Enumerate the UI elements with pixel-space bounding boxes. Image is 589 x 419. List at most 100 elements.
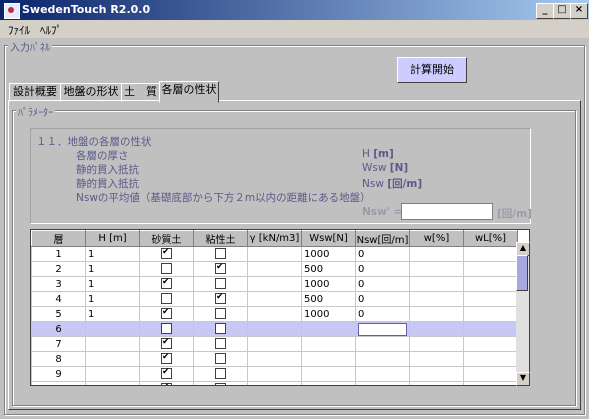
cell-w[interactable]	[409, 351, 464, 367]
header-wl[interactable]: wL[%]	[463, 230, 518, 247]
cell-wl[interactable]	[463, 246, 518, 262]
clay-checkbox[interactable]	[215, 263, 226, 275]
cell-nsw[interactable]	[355, 336, 410, 352]
cell-layer[interactable]: 7	[31, 336, 86, 352]
clay-checkbox[interactable]	[215, 338, 226, 350]
close-button[interactable]: ×	[570, 3, 588, 19]
scroll-up-arrow-icon[interactable]: ▲	[516, 242, 530, 256]
cell-w[interactable]	[409, 321, 464, 337]
cell-w[interactable]	[409, 291, 464, 307]
cell-h[interactable]: 1	[85, 306, 140, 322]
table-row[interactable]: 8	[31, 351, 518, 367]
cell-sand-checkbox[interactable]	[139, 381, 194, 385]
header-h[interactable]: H [m]	[85, 230, 140, 247]
cell-layer[interactable]: 10	[31, 381, 86, 385]
cell-wsw[interactable]	[301, 351, 356, 367]
cell-sand-checkbox[interactable]	[139, 306, 194, 322]
cell-sand-checkbox[interactable]	[139, 291, 194, 307]
cell-wsw[interactable]	[301, 381, 356, 385]
header-w[interactable]: w[%]	[409, 230, 464, 247]
cell-gamma[interactable]	[247, 321, 302, 337]
cell-clay-checkbox[interactable]	[193, 291, 248, 307]
table-row[interactable]: 31 10000	[31, 276, 518, 292]
cell-wl[interactable]	[463, 291, 518, 307]
sand-checkbox[interactable]	[161, 353, 172, 365]
cell-wsw[interactable]: 1000	[301, 306, 356, 322]
cell-nsw[interactable]: 0	[355, 276, 410, 292]
cell-wsw[interactable]	[301, 321, 356, 337]
cell-gamma[interactable]	[247, 291, 302, 307]
menu-help[interactable]: ﾍﾙﾌﾟ	[40, 22, 62, 38]
cell-h[interactable]	[85, 381, 140, 385]
header-sand[interactable]: 砂質土	[139, 230, 194, 247]
tab-layer-properties[interactable]: 各層の性状	[159, 81, 219, 103]
cell-wl[interactable]	[463, 336, 518, 352]
cell-clay-checkbox[interactable]	[193, 276, 248, 292]
cell-clay-checkbox[interactable]	[193, 351, 248, 367]
cell-gamma[interactable]	[247, 366, 302, 382]
table-row[interactable]: 6	[31, 321, 518, 337]
cell-nsw[interactable]: 0	[355, 291, 410, 307]
cell-layer[interactable]: 4	[31, 291, 86, 307]
maximize-button[interactable]: □	[553, 3, 571, 19]
cell-wl[interactable]	[463, 306, 518, 322]
header-clay[interactable]: 粘性土	[193, 230, 248, 247]
cell-gamma[interactable]	[247, 381, 302, 385]
scroll-down-arrow-icon[interactable]: ▼	[516, 372, 530, 386]
cell-wsw[interactable]: 1000	[301, 276, 356, 292]
table-row[interactable]: 7	[31, 336, 518, 352]
header-layer[interactable]: 層	[31, 230, 86, 247]
cell-clay-checkbox[interactable]	[193, 246, 248, 262]
clay-checkbox[interactable]	[215, 323, 226, 335]
scroll-thumb[interactable]	[516, 255, 528, 291]
table-row[interactable]: 11 10000	[31, 246, 518, 262]
cell-gamma[interactable]	[247, 306, 302, 322]
sand-checkbox[interactable]	[161, 293, 172, 305]
cell-sand-checkbox[interactable]	[139, 261, 194, 277]
cell-sand-checkbox[interactable]	[139, 246, 194, 262]
nsw-average-field[interactable]	[401, 203, 493, 220]
cell-sand-checkbox[interactable]	[139, 276, 194, 292]
cell-h[interactable]	[85, 351, 140, 367]
cell-layer[interactable]: 5	[31, 306, 86, 322]
header-wsw[interactable]: Wsw[N]	[301, 230, 356, 247]
cell-gamma[interactable]	[247, 351, 302, 367]
menu-file[interactable]: ﾌｧｲﾙ	[8, 22, 30, 38]
cell-gamma[interactable]	[247, 336, 302, 352]
cell-wl[interactable]	[463, 366, 518, 382]
sand-checkbox[interactable]	[161, 278, 172, 290]
cell-layer[interactable]: 1	[31, 246, 86, 262]
cell-h[interactable]	[85, 321, 140, 337]
clay-checkbox[interactable]	[215, 368, 226, 380]
sand-checkbox[interactable]	[161, 308, 172, 320]
cell-gamma[interactable]	[247, 246, 302, 262]
cell-w[interactable]	[409, 276, 464, 292]
table-row[interactable]: 10	[31, 381, 518, 385]
header-nsw[interactable]: Nsw[回/m]	[355, 230, 410, 247]
table-row[interactable]: 51 10000	[31, 306, 518, 322]
sand-checkbox[interactable]	[161, 248, 172, 260]
cell-w[interactable]	[409, 381, 464, 385]
cell-sand-checkbox[interactable]	[139, 336, 194, 352]
table-row[interactable]: 9	[31, 366, 518, 382]
header-gamma[interactable]: γ [kN/m3]	[247, 230, 302, 247]
clay-checkbox[interactable]	[215, 278, 226, 290]
clay-checkbox[interactable]	[215, 353, 226, 365]
cell-wl[interactable]	[463, 276, 518, 292]
cell-wl[interactable]	[463, 381, 518, 385]
cell-sand-checkbox[interactable]	[139, 351, 194, 367]
cell-layer[interactable]: 8	[31, 351, 86, 367]
cell-clay-checkbox[interactable]	[193, 366, 248, 382]
table-row[interactable]: 21 5000	[31, 261, 518, 277]
table-row[interactable]: 41 5000	[31, 291, 518, 307]
cell-clay-checkbox[interactable]	[193, 381, 248, 385]
cell-wsw[interactable]: 1000	[301, 246, 356, 262]
cell-clay-checkbox[interactable]	[193, 321, 248, 337]
sand-checkbox[interactable]	[161, 338, 172, 350]
cell-w[interactable]	[409, 246, 464, 262]
cell-layer[interactable]: 2	[31, 261, 86, 277]
cell-nsw[interactable]	[355, 321, 410, 337]
cell-layer[interactable]: 3	[31, 276, 86, 292]
clay-checkbox[interactable]	[215, 308, 226, 320]
cell-nsw[interactable]: 0	[355, 261, 410, 277]
